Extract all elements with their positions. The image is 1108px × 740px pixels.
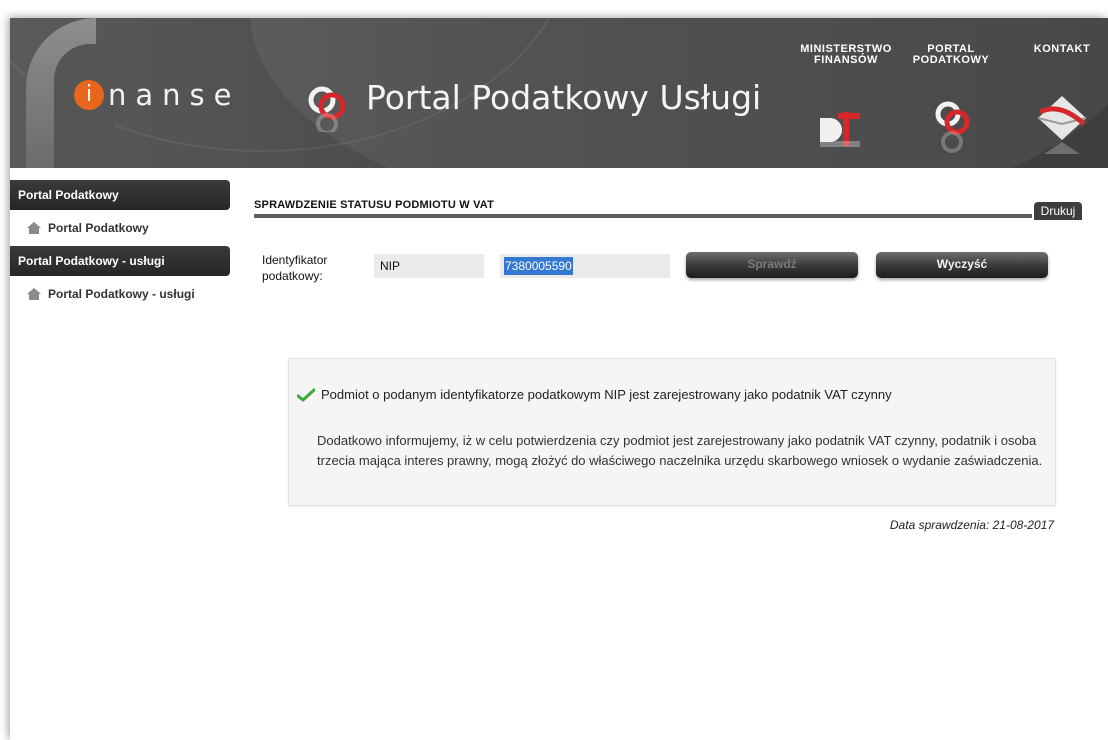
tax-id-label-line1: Identyfikator (262, 253, 328, 267)
result-status-text: Podmiot o podanym identyfikatorze podatk… (321, 387, 892, 402)
portal-title: Portal Podatkowy Usługi (366, 78, 762, 117)
tax-id-input[interactable]: 7380005590 (500, 254, 670, 278)
sidebar-item-services[interactable]: Portal Podatkowy - usługi (10, 276, 230, 312)
sidebar-header-services[interactable]: Portal Podatkowy - usługi (10, 246, 230, 276)
tax-portal-link-line2: PODATKOWY (912, 54, 990, 66)
title-divider (254, 214, 1032, 218)
header: i nanse Portal Podatkowy Usługi MINISTER… (10, 18, 1108, 168)
sidebar-header-portal[interactable]: Portal Podatkowy (10, 180, 230, 210)
clear-button[interactable]: Wyczyść (876, 252, 1048, 278)
page-title: SPRAWDZENIE STATUSU PODMIOTU W VAT (254, 199, 495, 211)
tax-id-label-line2: podatkowy: (262, 269, 323, 283)
sidebar-item-portal[interactable]: Portal Podatkowy (10, 210, 230, 246)
portal-logo-icon (308, 86, 346, 132)
home-icon (27, 288, 41, 300)
check-button[interactable]: Sprawdź (686, 252, 858, 278)
ministry-link-line2: FINANSÓW (814, 54, 878, 66)
logo-text[interactable]: nanse (108, 78, 240, 112)
check-icon (297, 388, 315, 401)
page-frame: i nanse Portal Podatkowy Usługi MINISTER… (10, 18, 1108, 740)
ministry-link[interactable]: MINISTERSTWO FINANSÓW (796, 44, 896, 66)
sidebar-item-label: Portal Podatkowy - usługi (48, 287, 195, 301)
check-date: Data sprawdzenia: 21-08-2017 (889, 518, 1054, 532)
contact-link[interactable]: KONTAKT (1022, 44, 1102, 55)
tax-id-label: Identyfikator podatkowy: (262, 252, 352, 284)
print-button[interactable]: Drukuj (1034, 202, 1082, 220)
sidebar: Portal Podatkowy Portal Podatkowy Portal… (10, 180, 230, 312)
tax-portal-logo-icon[interactable] (931, 94, 975, 154)
home-icon (27, 222, 41, 234)
ministry-logo-icon[interactable] (818, 98, 870, 153)
tax-id-type-select[interactable]: NIP (374, 254, 484, 278)
search-form: Identyfikator podatkowy: NIP 7380005590 … (254, 252, 1088, 292)
contact-envelope-icon[interactable] (1032, 92, 1092, 156)
main-content: SPRAWDZENIE STATUSU PODMIOTU W VAT Druku… (254, 196, 1088, 283)
sidebar-item-label: Portal Podatkowy (48, 221, 149, 235)
result-info-text: Dodatkowo informujemy, iż w celu potwier… (317, 433, 1043, 468)
tax-id-value: 7380005590 (504, 257, 573, 275)
logo-i-icon[interactable]: i (74, 80, 104, 110)
result-status: Podmiot o podanym identyfikatorze podatk… (297, 387, 892, 402)
result-box: Podmiot o podanym identyfikatorze podatk… (288, 358, 1056, 506)
tax-portal-link[interactable]: PORTAL PODATKOWY (906, 44, 996, 66)
